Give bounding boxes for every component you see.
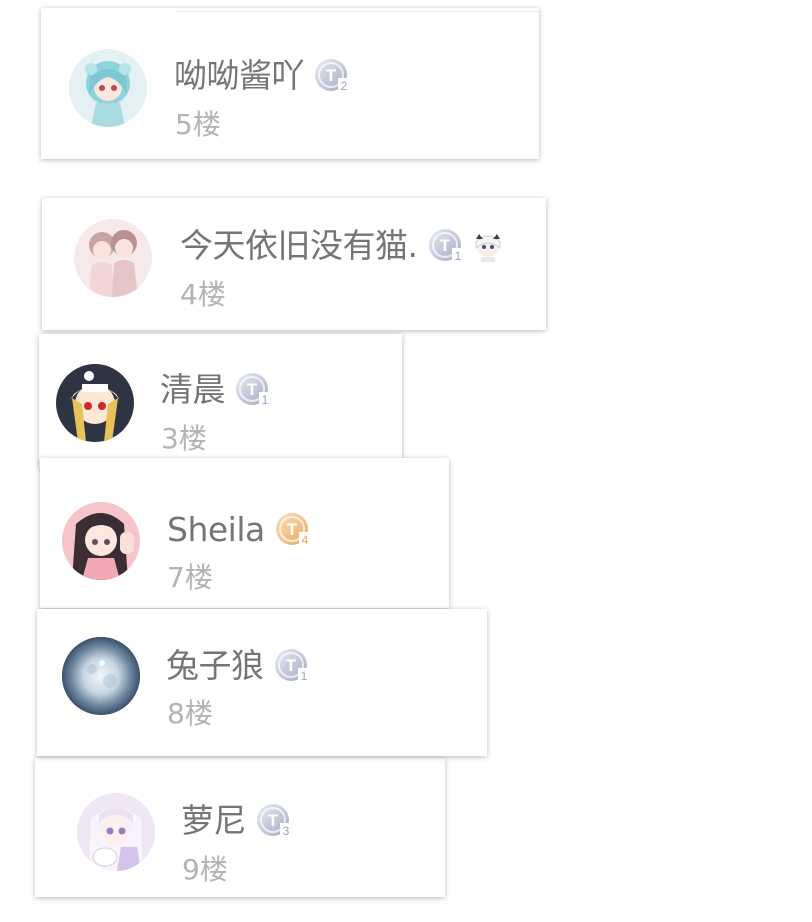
svg-text:T: T (326, 66, 337, 85)
avatar[interactable] (56, 364, 134, 442)
svg-text:1: 1 (454, 249, 461, 263)
username[interactable]: 今天依旧没有猫. (180, 226, 418, 266)
card-divider (176, 11, 539, 12)
reply-card[interactable]: 兔子狼 T 1 8楼 (37, 609, 487, 756)
level-badge-icon: T 4 (275, 512, 313, 548)
paimon-emoji-icon (470, 228, 506, 264)
avatar[interactable] (62, 502, 140, 580)
floor-number: 3楼 (161, 422, 207, 455)
reply-card[interactable]: 呦呦酱吖 T 2 5楼 (41, 8, 539, 159)
avatar[interactable] (74, 219, 152, 297)
svg-text:T: T (247, 380, 258, 399)
reply-card[interactable]: 萝尼 T 3 9楼 (35, 758, 445, 897)
svg-text:1: 1 (300, 669, 307, 683)
reply-card[interactable]: 今天依旧没有猫. T 1 4楼 (42, 198, 546, 330)
floor-number: 4楼 (180, 278, 226, 311)
level-badge-icon: T 1 (428, 228, 466, 264)
username[interactable]: 呦呦酱吖 (174, 56, 305, 96)
username[interactable]: 兔子狼 (166, 646, 264, 686)
username[interactable]: Sheila (167, 510, 265, 550)
reply-card[interactable]: 清晨 T 1 3楼 (39, 334, 402, 468)
username[interactable]: 萝尼 (181, 801, 247, 841)
svg-text:T: T (287, 520, 298, 539)
avatar[interactable] (69, 49, 147, 127)
level-badge-icon: T 1 (235, 372, 273, 408)
reply-card[interactable]: Sheila T 4 7楼 (40, 458, 449, 608)
level-badge-icon: T 1 (274, 648, 312, 684)
floor-number: 8楼 (167, 697, 213, 730)
svg-text:T: T (439, 236, 450, 255)
svg-text:3: 3 (283, 824, 290, 838)
svg-text:T: T (285, 656, 296, 675)
svg-text:4: 4 (301, 533, 308, 547)
username[interactable]: 清晨 (160, 370, 226, 410)
level-badge-icon: T 3 (256, 803, 294, 839)
floor-number: 7楼 (167, 561, 213, 594)
svg-text:1: 1 (262, 393, 269, 407)
floor-number: 9楼 (182, 853, 228, 886)
svg-text:T: T (268, 811, 279, 830)
floor-number: 5楼 (175, 108, 221, 141)
avatar[interactable] (62, 637, 140, 715)
svg-text:2: 2 (341, 79, 348, 93)
level-badge-icon: T 2 (314, 58, 352, 94)
avatar[interactable] (77, 793, 155, 871)
